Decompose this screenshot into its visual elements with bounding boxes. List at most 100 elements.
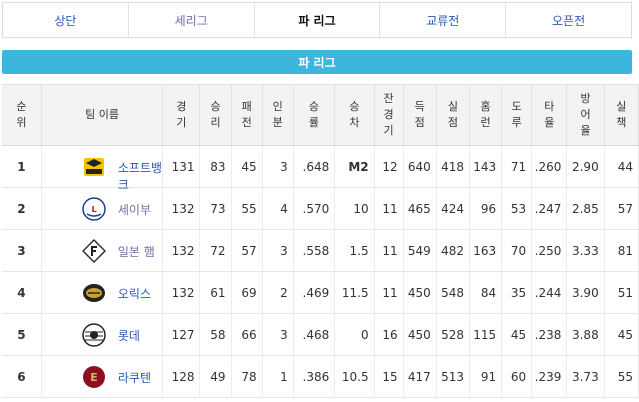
- stat-cell-w: 61: [199, 271, 232, 314]
- stat-cell-err: 55: [604, 355, 639, 398]
- stat-cell-sb: 45: [501, 313, 533, 356]
- column-header-10[interactable]: 실점: [436, 84, 470, 146]
- stat-cell-d: 3: [262, 229, 294, 272]
- stat-cell-d: 3: [262, 313, 294, 356]
- column-header-label: 잔경기: [383, 92, 394, 137]
- column-header-label: 실점: [447, 100, 458, 129]
- column-header-11[interactable]: 홈런: [469, 84, 503, 146]
- fighters-logo: [81, 238, 106, 264]
- stat-cell-hr: 115: [469, 313, 503, 356]
- column-header-5[interactable]: 인분: [262, 84, 294, 146]
- standings-table: 순위 팀 이름 경기 승리 패전 인분 승률 승차 잔경기 득점 실점 홈런 도루 타율 방어율 실책 1 소프…: [2, 84, 639, 398]
- stat-cell-ra: 424: [436, 187, 470, 230]
- stat-cell-avg: .247: [531, 187, 568, 230]
- stat-cell-avg: .244: [531, 271, 568, 314]
- column-header-label: 타율: [544, 100, 555, 129]
- column-header-0[interactable]: 순위: [2, 84, 42, 146]
- stat-cell-hr: 96: [469, 187, 503, 230]
- column-header-2[interactable]: 경기: [162, 84, 201, 146]
- stat-cell-avg: .260: [531, 145, 568, 188]
- stat-cell-pct: .558: [293, 229, 336, 272]
- column-header-14[interactable]: 방어율: [566, 84, 605, 146]
- stat-cell-g: 132: [162, 187, 201, 230]
- column-header-label: 인분: [272, 100, 283, 129]
- column-header-label: 팀 이름: [85, 108, 119, 121]
- tab-2[interactable]: 파 리그: [253, 3, 380, 37]
- column-header-12[interactable]: 도루: [501, 84, 533, 146]
- stat-cell-g: 132: [162, 271, 201, 314]
- stat-cell-rem: 16: [374, 313, 404, 356]
- stat-cell-l: 57: [231, 229, 263, 272]
- stat-cell-g: 127: [162, 313, 201, 356]
- stat-cell-pct: .468: [293, 313, 336, 356]
- table-row: 5 롯데 127 58 66 3.468 0 16 450 528 115 45.238 3.88 45: [2, 313, 639, 356]
- team-cell: 오릭스: [41, 271, 164, 314]
- stat-cell-g: 132: [162, 229, 201, 272]
- column-header-label: 도루: [511, 100, 522, 129]
- stat-cell-gb: 1.5: [334, 229, 375, 272]
- stat-cell-rem: 11: [374, 271, 404, 314]
- stat-cell-rs: 417: [403, 355, 437, 398]
- team-link[interactable]: 일본 햄: [118, 243, 155, 260]
- stat-cell-ra: 513: [436, 355, 470, 398]
- column-header-15[interactable]: 실책: [604, 84, 639, 146]
- stat-cell-rs: 549: [403, 229, 437, 272]
- tab-4[interactable]: 오픈전: [505, 3, 631, 37]
- league-banner: 파 리그: [2, 50, 632, 74]
- team-link[interactable]: 오릭스: [118, 285, 151, 302]
- svg-text:E: E: [90, 371, 98, 384]
- stat-cell-pct: .469: [293, 271, 336, 314]
- column-header-3[interactable]: 승리: [199, 84, 232, 146]
- column-header-6[interactable]: 승률: [293, 84, 336, 146]
- column-header-label: 득점: [414, 100, 425, 129]
- stat-cell-l: 78: [231, 355, 263, 398]
- tab-3[interactable]: 교류전: [379, 3, 505, 37]
- column-header-label: 순위: [16, 100, 27, 129]
- column-header-1[interactable]: 팀 이름: [41, 84, 164, 146]
- team-cell: 일본 햄: [41, 229, 164, 272]
- tab-0[interactable]: 상단: [3, 3, 128, 37]
- stat-cell-rs: 465: [403, 187, 437, 230]
- league-tabs: 상단 세리그 파 리그 교류전 오픈전: [2, 2, 632, 38]
- stat-cell-pct: .386: [293, 355, 336, 398]
- stat-cell-w: 73: [199, 187, 232, 230]
- stat-cell-sb: 71: [501, 145, 533, 188]
- stat-cell-rs: 450: [403, 271, 437, 314]
- stat-cell-ra: 418: [436, 145, 470, 188]
- stat-cell-gb: 10.5: [334, 355, 375, 398]
- stat-cell-gb: 10: [334, 187, 375, 230]
- stat-cell-rem: 15: [374, 355, 404, 398]
- column-header-4[interactable]: 패전: [231, 84, 263, 146]
- column-header-7[interactable]: 승차: [334, 84, 375, 146]
- column-header-8[interactable]: 잔경기: [374, 84, 404, 146]
- banner-title: 파 리그: [298, 55, 336, 70]
- stat-cell-err: 44: [604, 145, 639, 188]
- stat-cell-g: 131: [162, 145, 201, 188]
- team-link[interactable]: 라쿠텐: [118, 369, 151, 386]
- tab-1[interactable]: 세리그: [127, 3, 254, 37]
- stat-cell-d: 1: [262, 355, 294, 398]
- hawks-logo: [82, 155, 106, 179]
- stat-cell-g: 128: [162, 355, 201, 398]
- column-header-9[interactable]: 득점: [403, 84, 437, 146]
- stat-cell-l: 45: [231, 145, 263, 188]
- stat-cell-ra: 528: [436, 313, 470, 356]
- stat-cell-pct: .648: [293, 145, 336, 188]
- table-row: 1 소프트뱅크 131 83 45 3.648 M2 12 640 418 143 71.260 2.9…: [2, 145, 639, 192]
- svg-text:L: L: [91, 205, 96, 214]
- stat-cell-avg: .238: [531, 313, 568, 356]
- stat-cell-pct: .570: [293, 187, 336, 230]
- rank-cell: 1: [2, 145, 42, 188]
- team-cell: E 라쿠텐: [41, 355, 164, 398]
- stat-cell-rs: 450: [403, 313, 437, 356]
- column-header-label: 방어율: [580, 92, 591, 137]
- team-link[interactable]: 롯데: [118, 327, 140, 344]
- stat-cell-era: 3.73: [566, 355, 605, 398]
- column-header-13[interactable]: 타율: [531, 84, 568, 146]
- eagles-logo: E: [82, 365, 106, 389]
- stat-cell-rem: 11: [374, 187, 404, 230]
- team-link[interactable]: 세이부: [118, 201, 151, 218]
- rank-cell: 4: [2, 271, 42, 314]
- column-header-label: 승리: [210, 100, 221, 129]
- column-header-label: 실책: [616, 100, 627, 129]
